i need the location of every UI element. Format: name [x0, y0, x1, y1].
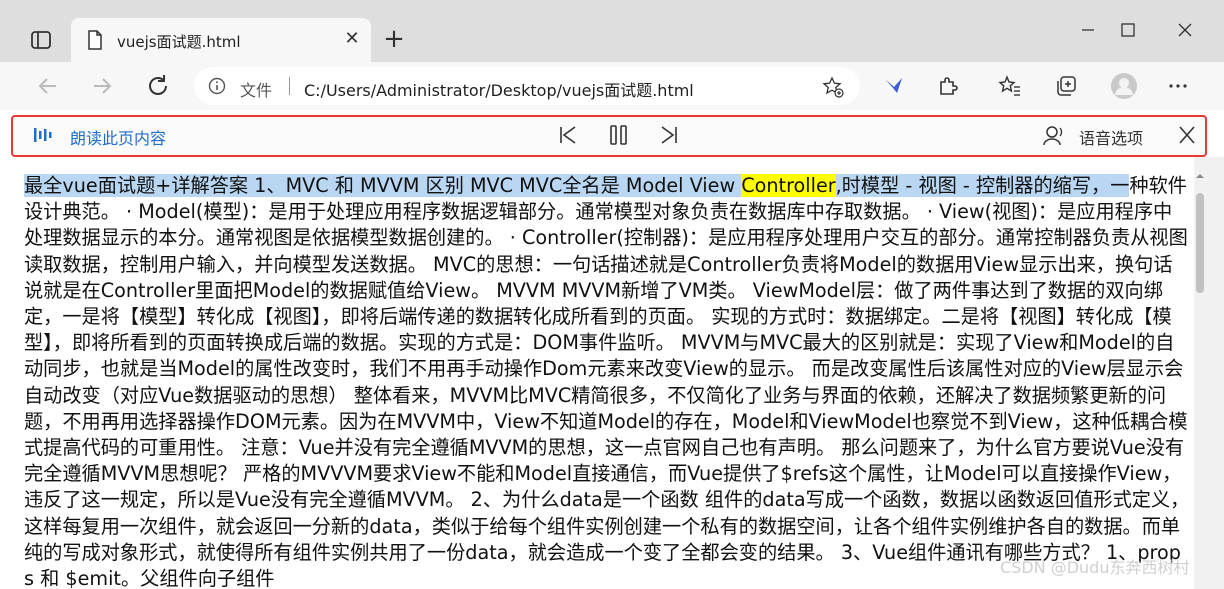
close-icon[interactable]	[1166, 18, 1206, 42]
favorites-icon[interactable]	[998, 74, 1022, 98]
title-bar: vuejs面试题.html ✕ +	[0, 0, 1224, 62]
tab-active[interactable]: vuejs面试题.html ✕	[71, 18, 371, 62]
url-text[interactable]: C:/Users/Administrator/Desktop/vuejs面试题.…	[304, 77, 694, 101]
article-text: 最全vue面试题+详解答案 1、MVC 和 MVVM 区别 MVC MVC全名是…	[24, 173, 1190, 589]
refresh-icon[interactable]	[144, 72, 172, 100]
previous-icon[interactable]	[556, 124, 580, 146]
tab-close-icon[interactable]: ✕	[341, 28, 363, 50]
read-aloud-icon	[34, 126, 54, 144]
collections-icon[interactable]	[1054, 74, 1078, 98]
close-read-aloud-icon[interactable]	[1175, 124, 1199, 146]
voice-icon[interactable]	[1041, 124, 1065, 146]
scrollbar[interactable]	[1194, 157, 1224, 589]
maximize-icon[interactable]	[1108, 18, 1148, 42]
extension-bird-icon[interactable]	[882, 74, 906, 98]
scheme-label: 文件	[240, 81, 273, 100]
pause-icon[interactable]	[607, 124, 631, 146]
highlighted-sentence-start: 最全vue面试题+详解答案 1、MVC 和 MVVM 区别 MVC MVC全名是…	[24, 174, 742, 197]
page-content: 最全vue面试题+详解答案 1、MVC 和 MVVM 区别 MVC MVC全名是…	[0, 157, 1194, 589]
more-icon[interactable]	[1166, 74, 1190, 98]
browser-toolbar: 文件 C:/Users/Administrator/Desktop/vuejs面…	[0, 62, 1224, 110]
read-aloud-label[interactable]: 朗读此页内容	[70, 125, 166, 149]
voice-options-button[interactable]: 语音选项	[1079, 125, 1143, 149]
profile-icon[interactable]	[1110, 72, 1138, 100]
read-aloud-bar: 朗读此页内容 语音选项	[11, 115, 1207, 157]
tab-title: vuejs面试题.html	[117, 33, 241, 51]
scrollbar-thumb[interactable]	[1196, 193, 1204, 293]
add-favorite-icon[interactable]	[822, 76, 844, 98]
article-body: 种软件设计典范。 · Model(模型)：是用于处理应用程序数据逻辑部分。通常模…	[24, 174, 1190, 589]
forward-icon[interactable]	[88, 72, 116, 100]
scroll-up-icon[interactable]	[1194, 167, 1206, 179]
tab-actions-icon[interactable]	[30, 29, 52, 51]
document-icon	[87, 30, 103, 50]
next-icon[interactable]	[657, 124, 681, 146]
address-bar[interactable]: 文件 C:/Users/Administrator/Desktop/vuejs面…	[194, 67, 860, 105]
extensions-icon[interactable]	[936, 74, 960, 98]
watermark: CSDN @Dudu东奔西树村	[1000, 558, 1190, 577]
highlighted-sentence-end: ,时模型 - 视图 - 控制器的缩写，一	[835, 174, 1130, 197]
back-icon[interactable]	[34, 72, 62, 100]
info-icon[interactable]	[208, 77, 226, 95]
minimize-icon[interactable]	[1068, 18, 1108, 42]
new-tab-icon[interactable]: +	[382, 26, 406, 52]
address-separator	[289, 77, 290, 95]
current-word-highlight: Controller	[741, 174, 836, 197]
